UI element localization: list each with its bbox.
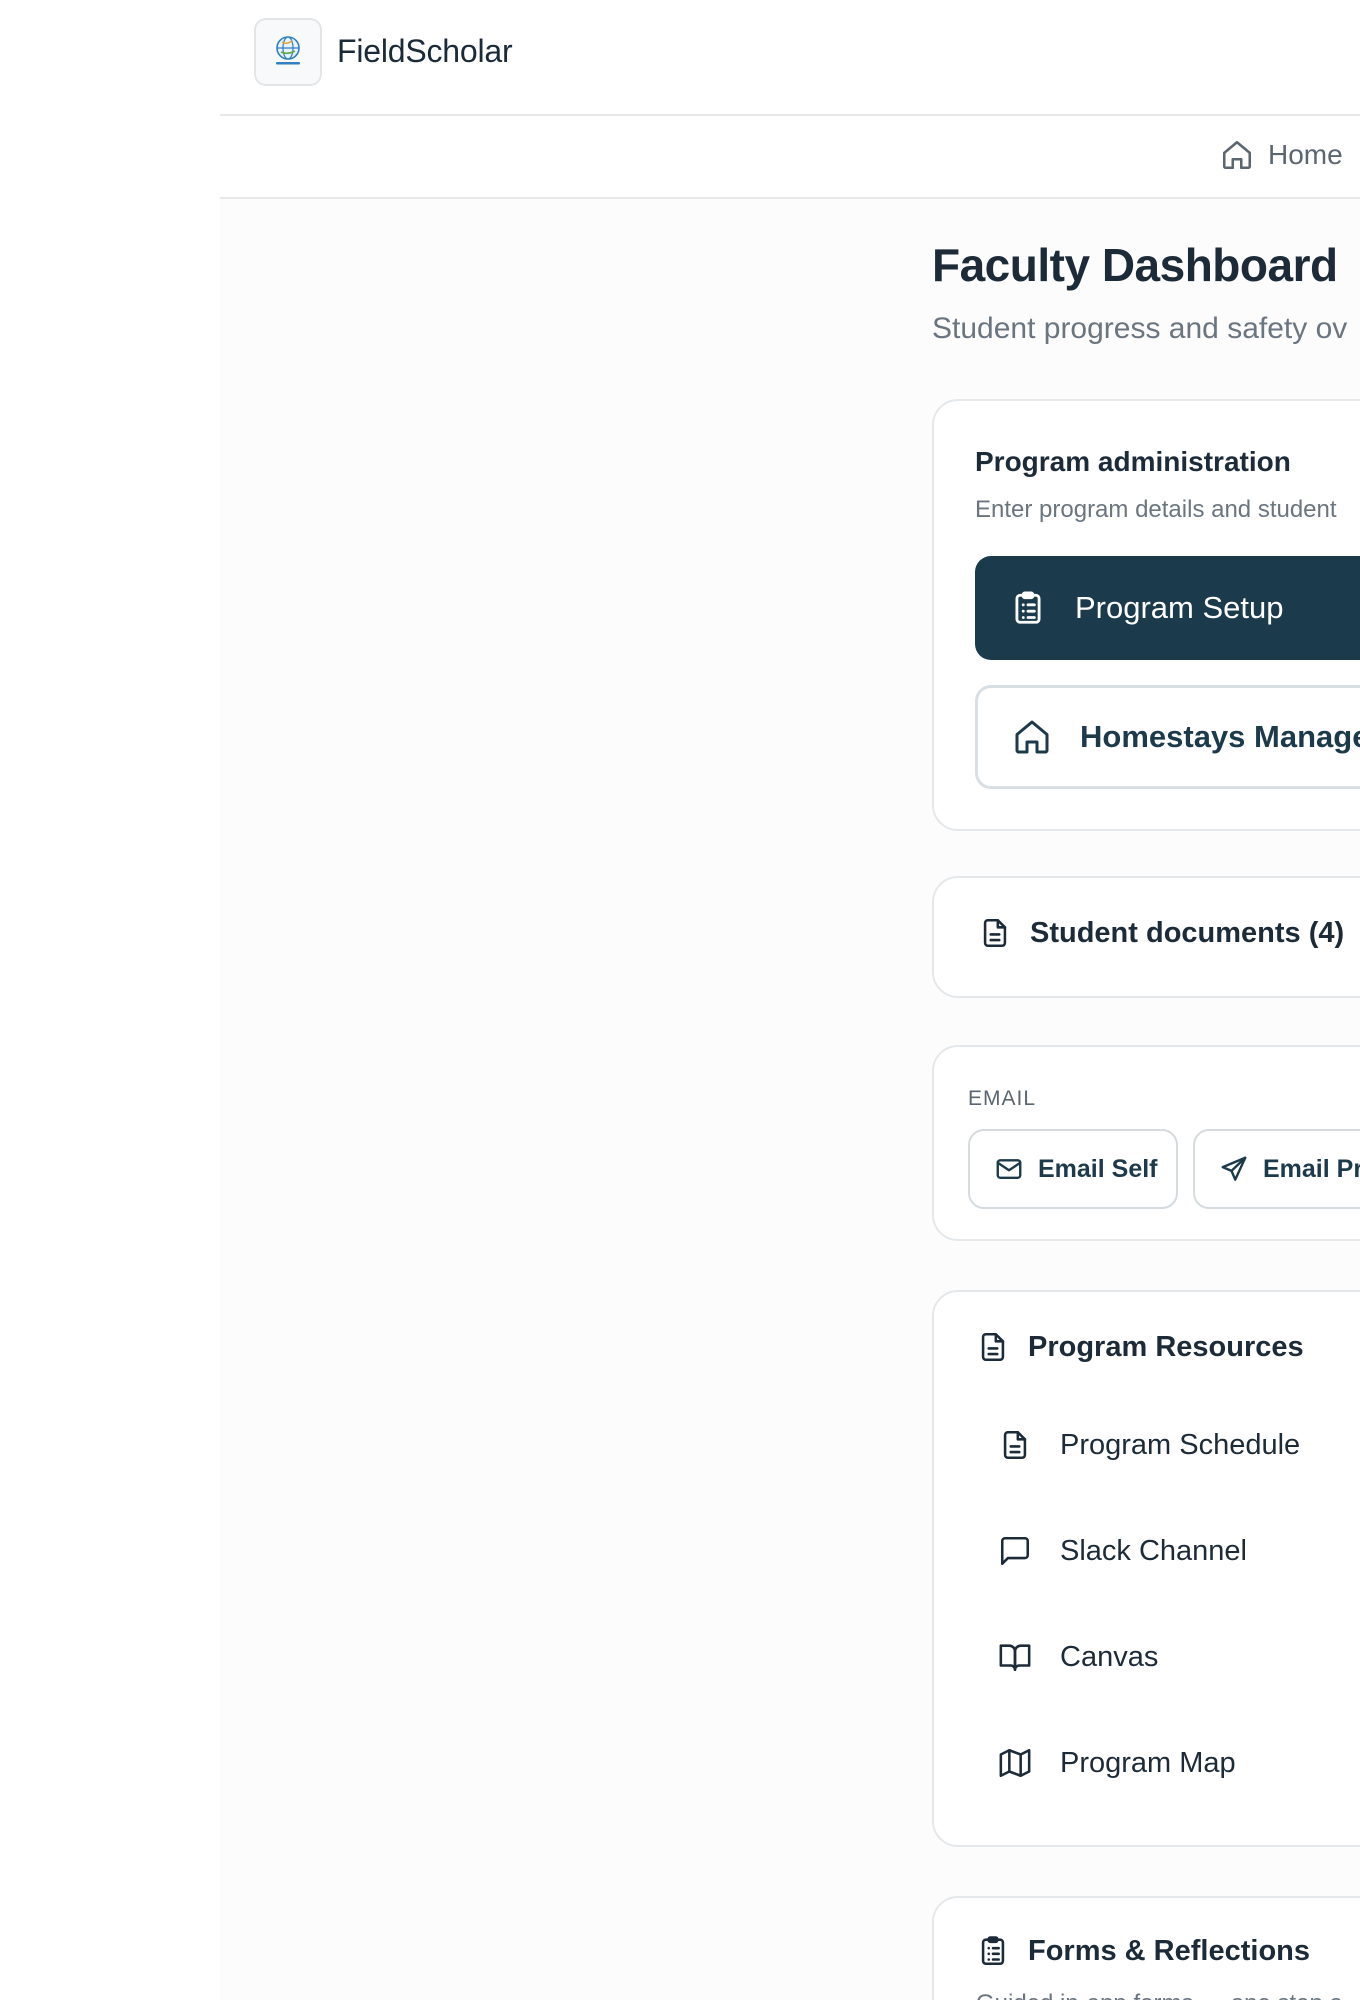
- document-icon: [983, 918, 1007, 948]
- student-documents-row[interactable]: Student documents (4): [978, 916, 1344, 950]
- resource-item-program-schedule[interactable]: Program Schedule: [998, 1428, 1300, 1462]
- program-resources-card: Program Resources Program Schedule Slack…: [932, 1290, 1360, 1847]
- resource-item-label: Program Map: [1060, 1746, 1236, 1779]
- clipboard-list-icon: [1015, 591, 1041, 624]
- email-self-button[interactable]: Email Self: [968, 1129, 1178, 1209]
- forms-reflections-title: Forms & Reflections: [1028, 1934, 1310, 1967]
- resource-item-label: Slack Channel: [1060, 1534, 1247, 1567]
- page-subtitle: Student progress and safety ov: [932, 312, 1348, 345]
- home-link[interactable]: Home: [1220, 138, 1343, 172]
- homestays-manage-button[interactable]: Homestays Manage: [975, 685, 1360, 789]
- email-self-label: Email Self: [1038, 1154, 1158, 1183]
- program-administration-title: Program administration: [975, 446, 1291, 477]
- page: FieldScholar Home Faculty Dashboard Stud…: [0, 0, 1360, 2000]
- forms-reflections-header: Forms & Reflections: [976, 1934, 1310, 1968]
- book-open-icon: [999, 1644, 1031, 1672]
- forms-reflections-subtitle: Guided in-app forms — one step a: [976, 1990, 1343, 2000]
- app-title: FieldScholar: [337, 33, 513, 69]
- document-icon: [981, 1332, 1005, 1362]
- resource-item-label: Program Schedule: [1060, 1428, 1301, 1461]
- student-documents-card[interactable]: Student documents (4): [932, 876, 1360, 998]
- email-section-label: EMAIL: [968, 1087, 1037, 1110]
- email-program-label: Email Pro: [1263, 1154, 1360, 1183]
- student-documents-label: Student documents (4): [1030, 916, 1345, 949]
- program-resources-header: Program Resources: [976, 1330, 1304, 1364]
- resource-item-slack-channel[interactable]: Slack Channel: [998, 1534, 1247, 1568]
- map-icon: [999, 1748, 1031, 1778]
- program-setup-label: Program Setup: [1075, 590, 1284, 625]
- clipboard-list-icon: [981, 1936, 1005, 1966]
- send-icon: [1221, 1156, 1247, 1181]
- program-administration-subtitle: Enter program details and student: [975, 496, 1337, 523]
- forms-reflections-card: Forms & Reflections Guided in-app forms …: [932, 1896, 1360, 2000]
- resource-item-label: Canvas: [1060, 1640, 1159, 1673]
- email-card: EMAIL Email Self Email Pro: [932, 1045, 1360, 1241]
- program-administration-card: Program administration Enter program det…: [932, 399, 1360, 831]
- resource-item-canvas[interactable]: Canvas: [998, 1640, 1158, 1674]
- top-bar: FieldScholar: [220, 0, 1360, 116]
- program-setup-button[interactable]: Program Setup: [975, 556, 1360, 660]
- page-title: Faculty Dashboard: [932, 239, 1338, 291]
- mail-icon: [996, 1159, 1022, 1179]
- home-icon: [1015, 720, 1049, 754]
- nav-bar: Home: [220, 118, 1360, 199]
- program-resources-title: Program Resources: [1028, 1330, 1304, 1363]
- email-program-button[interactable]: Email Pro: [1193, 1129, 1360, 1209]
- resource-item-program-map[interactable]: Program Map: [998, 1746, 1236, 1780]
- home-icon: [1222, 140, 1252, 170]
- message-square-icon: [1000, 1536, 1030, 1566]
- globe-logo-icon: [276, 36, 300, 65]
- home-link-label: Home: [1268, 139, 1343, 170]
- app-logo[interactable]: [254, 18, 322, 86]
- document-icon: [1003, 1430, 1027, 1460]
- homestays-manage-label: Homestays Manage: [1080, 719, 1360, 754]
